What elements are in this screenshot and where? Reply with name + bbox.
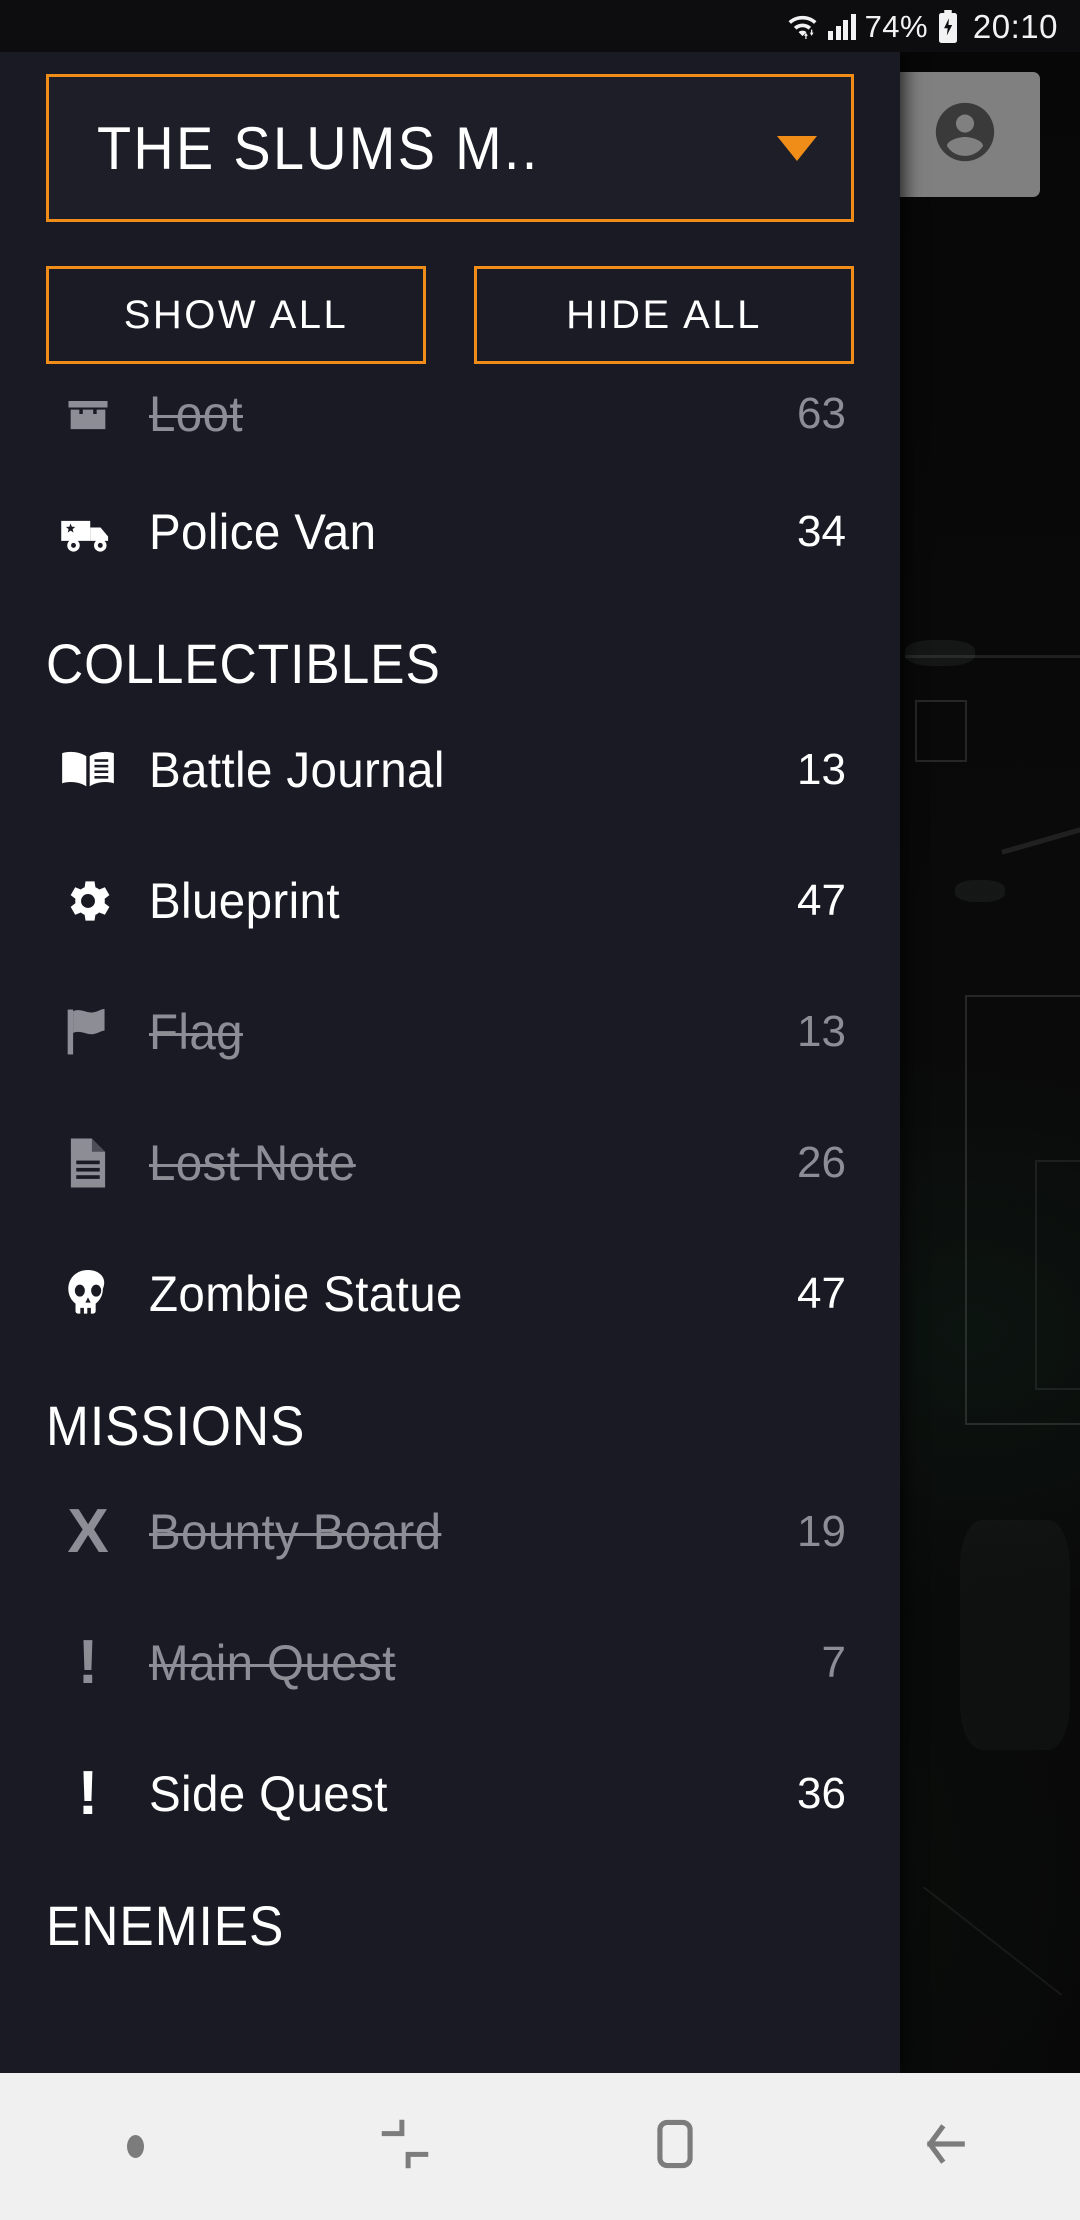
- open-book-icon: [46, 747, 130, 793]
- list-item[interactable]: Blueprint 47: [46, 835, 854, 966]
- list-item-label: Side Quest: [149, 1765, 388, 1822]
- android-nav-bar: [0, 2073, 1080, 2220]
- region-selector[interactable]: THE SLUMS M..: [46, 74, 854, 222]
- list-item-count: 34: [797, 506, 846, 556]
- list-item[interactable]: Flag 13: [46, 966, 854, 1097]
- nav-dot-icon: [126, 2135, 144, 2158]
- list-item[interactable]: ! Side Quest 36: [46, 1728, 854, 1859]
- nav-dot-button[interactable]: [0, 2135, 270, 2158]
- section-header-collectibles: COLLECTIBLES: [46, 632, 441, 695]
- list-item-count: 47: [797, 1268, 846, 1318]
- list-item-count: 19: [797, 1506, 846, 1556]
- cellular-signal-icon: [828, 13, 856, 40]
- exclamation-icon: !: [77, 1758, 99, 1828]
- x-mark-icon: X: [67, 1496, 109, 1566]
- bulk-toggle-row: SHOW ALL HIDE ALL: [46, 266, 854, 364]
- map-road: [1001, 822, 1080, 855]
- loot-crate-icon: [46, 390, 130, 440]
- list-item-label: Main Quest: [149, 1634, 396, 1691]
- list-item[interactable]: X Bounty Board 19: [46, 1466, 854, 1597]
- list-item-count: 7: [821, 1637, 846, 1687]
- back-icon: [917, 2116, 973, 2177]
- section-header-enemies: ENEMIES: [46, 1894, 285, 1957]
- list-item-count: 13: [797, 744, 846, 794]
- list-item[interactable]: Lost Note 26: [46, 1097, 854, 1228]
- list-item-count: 36: [797, 1768, 846, 1818]
- list-item-label: Police Van: [149, 503, 377, 560]
- home-icon: [647, 2116, 703, 2177]
- flag-icon: [46, 1005, 130, 1059]
- panel-header: THE SLUMS M.. SHOW ALL HIDE ALL: [0, 52, 900, 364]
- list-item[interactable]: Police Van 34: [46, 466, 854, 597]
- map-building: [1035, 1160, 1080, 1390]
- filter-panel: THE SLUMS M.. SHOW ALL HIDE ALL Loot 63: [0, 52, 900, 2073]
- hide-all-button[interactable]: HIDE ALL: [474, 266, 854, 364]
- caret-down-icon: [777, 135, 817, 161]
- list-item[interactable]: ! Main Quest 7: [46, 1597, 854, 1728]
- list-item-count: 63: [797, 390, 846, 438]
- recents-icon: [378, 2117, 432, 2176]
- skull-icon: [46, 1267, 130, 1321]
- list-item-count: 47: [797, 875, 846, 925]
- status-bar: 74% 20:10: [0, 0, 1080, 52]
- list-item-label: Zombie Statue: [149, 1265, 463, 1322]
- map-area: [905, 640, 975, 666]
- battery-charging-icon: [937, 9, 959, 43]
- show-all-button[interactable]: SHOW ALL: [46, 266, 426, 364]
- police-van-icon: [46, 506, 130, 558]
- home-button[interactable]: [540, 2116, 810, 2177]
- list-item-count: 13: [797, 1006, 846, 1056]
- list-item-label: Loot: [149, 390, 243, 442]
- list-item-label: Blueprint: [149, 872, 340, 929]
- account-card[interactable]: [890, 72, 1040, 197]
- list-item-label: Flag: [149, 1003, 243, 1060]
- account-circle-icon: [930, 97, 1000, 172]
- map-area: [955, 880, 1005, 902]
- section-header-missions: MISSIONS: [46, 1394, 306, 1457]
- wifi-icon: [786, 12, 819, 40]
- list-item[interactable]: Loot 63: [46, 390, 854, 466]
- map-building: [915, 700, 967, 762]
- list-item[interactable]: Battle Journal 13: [46, 704, 854, 835]
- marker-filter-list[interactable]: Loot 63 Police Van 34 COLLECTIBLES Battl…: [0, 390, 900, 2073]
- list-item-label: Bounty Board: [149, 1503, 442, 1560]
- map-area: [960, 1520, 1070, 1750]
- map-road: [922, 1886, 1063, 1996]
- recents-button[interactable]: [270, 2117, 540, 2176]
- list-item-label: Battle Journal: [149, 741, 445, 798]
- region-selector-label: THE SLUMS M..: [97, 114, 540, 182]
- gear-icon: [46, 874, 130, 928]
- list-item[interactable]: Zombie Statue 47: [46, 1228, 854, 1359]
- battery-percent-label: 74%: [864, 8, 928, 44]
- app-screen: 74% 20:10 THE SLUMS M.. SHOW ALL HIDE AL…: [0, 0, 1080, 2220]
- document-icon: [46, 1136, 130, 1190]
- exclamation-icon: !: [77, 1627, 99, 1697]
- list-item-label: Lost Note: [149, 1134, 356, 1191]
- list-item-count: 26: [797, 1137, 846, 1187]
- back-button[interactable]: [810, 2116, 1080, 2177]
- clock-label: 20:10: [972, 7, 1058, 45]
